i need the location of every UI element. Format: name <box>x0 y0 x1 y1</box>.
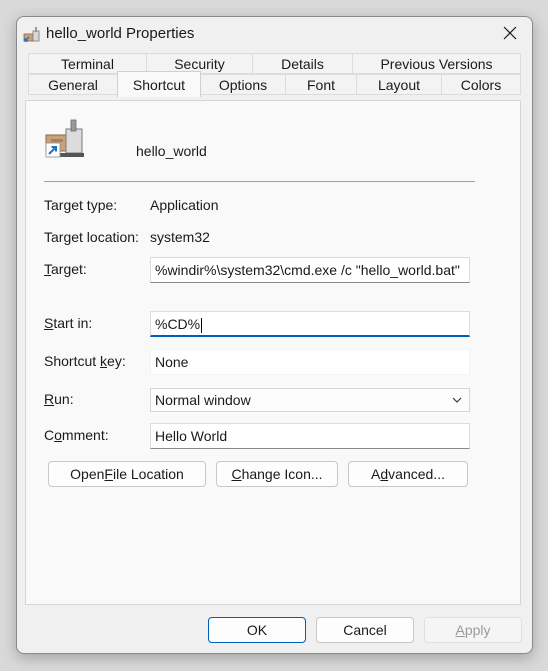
open-file-location-button[interactable]: Open File Location <box>48 461 206 487</box>
tab-label: Colors <box>460 76 502 93</box>
access-key: C <box>231 466 242 482</box>
text-caret <box>201 317 203 333</box>
tab-details[interactable]: Details <box>252 53 353 74</box>
tab-label: Layout <box>377 76 421 93</box>
tab-font[interactable]: Font <box>285 74 357 95</box>
button-label: pply <box>464 622 491 638</box>
start-in-input[interactable]: %CD% <box>150 311 470 337</box>
tab-label: Previous Versions <box>380 55 493 72</box>
tab-label: Font <box>306 76 335 93</box>
properties-dialog: hello_world Properties Terminal Security… <box>16 16 533 654</box>
access-key: k <box>100 353 108 369</box>
access-key: T <box>44 261 51 277</box>
close-button[interactable] <box>488 17 532 49</box>
tab-label: Options <box>218 76 268 93</box>
comment-label: Comment: <box>44 427 109 443</box>
access-key: R <box>44 391 55 407</box>
shortcut-key-label: Shortcut key: <box>44 353 126 369</box>
cancel-button[interactable]: Cancel <box>316 617 414 643</box>
target-location-label: Target location: <box>44 229 139 245</box>
button-label: hange Icon... <box>241 466 323 482</box>
tab-general[interactable]: General <box>28 74 118 95</box>
button-label: ile Location <box>112 466 184 482</box>
close-icon <box>503 26 517 40</box>
shortcut-name: hello_world <box>136 143 207 159</box>
label-part: Shortcut <box>44 353 101 369</box>
shortcut-app-icon <box>23 27 40 42</box>
button-label: A <box>371 466 381 482</box>
tab-layout[interactable]: Layout <box>356 74 442 95</box>
ok-button[interactable]: OK <box>208 617 306 643</box>
tab-label: Security <box>174 55 225 72</box>
button-label: vanced... <box>388 466 445 482</box>
label-part: tart in: <box>53 315 93 331</box>
access-key: F <box>104 466 113 482</box>
change-icon-button[interactable]: Change Icon... <box>216 461 338 487</box>
start-in-label: Start in: <box>44 315 92 331</box>
label-part: mment: <box>61 427 109 443</box>
target-label: Target: <box>44 261 87 277</box>
shortcut-large-icon <box>45 119 84 158</box>
access-key: d <box>380 466 389 482</box>
access-key: o <box>54 427 62 443</box>
shortcut-panel: hello_world Target type: Application Tar… <box>25 100 521 605</box>
button-label: Cancel <box>343 622 387 638</box>
tab-previous-versions[interactable]: Previous Versions <box>352 53 521 74</box>
target-location-value: system32 <box>150 229 210 245</box>
apply-button[interactable]: Apply <box>424 617 522 643</box>
tab-label: Terminal <box>61 55 114 72</box>
comment-input[interactable]: Hello World <box>150 423 470 449</box>
shortcut-key-input[interactable]: None <box>150 349 470 375</box>
target-input[interactable]: %windir%\system32\cmd.exe /c "hello_worl… <box>150 257 470 283</box>
label-part: ey: <box>107 353 126 369</box>
title-bar[interactable]: hello_world Properties <box>17 17 532 51</box>
access-key: S <box>44 315 54 331</box>
comment-input-value: Hello World <box>155 428 228 444</box>
label-part: un: <box>54 391 74 407</box>
tab-label: Details <box>281 55 324 72</box>
run-select-value: Normal window <box>155 392 251 408</box>
target-type-label: Target type: <box>44 197 118 213</box>
shortcut-key-value: None <box>155 354 189 370</box>
tab-label: General <box>48 76 98 93</box>
chevron-down-icon <box>452 397 462 403</box>
start-in-input-value: %CD% <box>155 316 201 332</box>
target-input-value: %windir%\system32\cmd.exe /c "hello_worl… <box>155 262 460 278</box>
tab-colors[interactable]: Colors <box>441 74 521 95</box>
tab-label: Shortcut <box>132 76 186 93</box>
run-select[interactable]: Normal window <box>150 388 470 412</box>
separator <box>44 181 475 182</box>
button-label: OK <box>246 622 268 638</box>
window-title: hello_world Properties <box>46 25 195 42</box>
advanced-button[interactable]: Ad vanced... <box>348 461 468 487</box>
label-part: C <box>44 427 55 443</box>
target-type-value: Application <box>150 197 219 213</box>
dialog-footer: OK Cancel Apply <box>17 607 532 653</box>
tab-shortcut[interactable]: Shortcut <box>117 71 201 97</box>
label-part: arget: <box>51 261 87 277</box>
button-label: Open <box>70 466 105 482</box>
tab-options[interactable]: Options <box>200 74 286 95</box>
access-key: A <box>455 622 465 638</box>
run-label: Run: <box>44 391 74 407</box>
